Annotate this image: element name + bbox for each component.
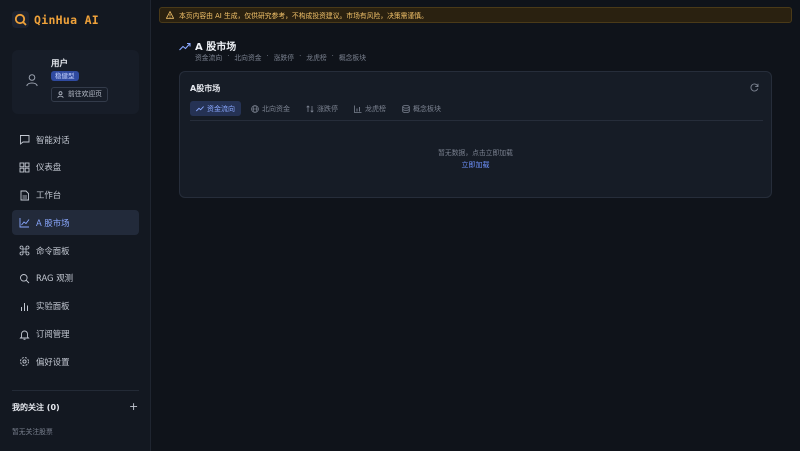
- breadcrumb-item[interactable]: 北向资金: [234, 52, 261, 62]
- app-title: QinHua AI: [34, 12, 100, 27]
- tab-label: 资金流向: [207, 104, 235, 113]
- chat-icon: [20, 135, 30, 145]
- breadcrumb-separator: ·: [266, 52, 269, 60]
- page-header: A 股市场: [179, 38, 236, 53]
- sidebar: QinHua AI 用户 稳健型 前往欢迎页 智能对话 仪表盘 工作台 A 股市…: [0, 0, 151, 451]
- bar-chart-icon: [21, 302, 28, 311]
- trend-icon: [196, 106, 204, 112]
- watchlist-empty: 暂无关注股票: [12, 428, 53, 436]
- warning-icon: [166, 11, 174, 19]
- user-icon: [57, 91, 64, 98]
- nav-item-label: 仪表盘: [36, 162, 62, 173]
- layers-icon: [402, 104, 410, 113]
- user-card: 用户 稳健型 前往欢迎页: [12, 50, 139, 114]
- go-welcome-button[interactable]: 前往欢迎页: [51, 87, 108, 102]
- globe-icon: [251, 104, 259, 113]
- nav-item-workbench[interactable]: 工作台: [12, 183, 139, 208]
- nav-item-label: 命令面板: [36, 245, 70, 256]
- trend-up-icon: [179, 42, 191, 50]
- breadcrumb-item[interactable]: 资金流向: [195, 52, 222, 62]
- nav-item-subscriptions[interactable]: 订阅管理: [12, 322, 139, 347]
- nav-item-dashboard[interactable]: 仪表盘: [12, 155, 139, 180]
- nav-item-label: RAG 观测: [36, 273, 73, 284]
- nav-item-chat[interactable]: 智能对话: [12, 127, 139, 152]
- document-icon: [20, 190, 29, 201]
- breadcrumb-separator: ·: [299, 52, 302, 60]
- nav-item-label: A 股市场: [36, 217, 70, 228]
- market-card: A股市场 资金流向 北向资金 涨跌停 龙虎榜 概念板块 暂无数据，点击立即加载 …: [179, 71, 772, 198]
- nav-item-label: 智能对话: [36, 134, 70, 145]
- nav-item-experiments[interactable]: 实验面板: [12, 294, 139, 319]
- load-now-link[interactable]: 立即加载: [180, 160, 771, 170]
- nav-item-label: 订阅管理: [36, 329, 70, 340]
- tab-limit-up-down[interactable]: 涨跌停: [300, 101, 344, 116]
- chart-line-icon: [19, 218, 30, 228]
- breadcrumb-item[interactable]: 龙虎榜: [306, 52, 326, 62]
- nav-item-rag-observe[interactable]: RAG 观测: [12, 266, 139, 291]
- bar-chart-icon: [354, 105, 362, 113]
- risk-badge: 稳健型: [51, 71, 79, 81]
- tab-concept-sectors[interactable]: 概念板块: [396, 101, 447, 116]
- dashboard-icon: [19, 162, 30, 173]
- breadcrumb: 资金流向 · 北向资金 · 涨跌停 · 龙虎榜 · 概念板块: [195, 52, 371, 62]
- sidebar-divider: [12, 390, 139, 391]
- tab-label: 北向资金: [262, 104, 290, 113]
- nav-item-label: 偏好设置: [36, 356, 70, 367]
- brand[interactable]: QinHua AI: [12, 11, 99, 28]
- updown-icon: [306, 104, 314, 113]
- breadcrumb-item[interactable]: 概念板块: [339, 52, 366, 62]
- go-welcome-label: 前往欢迎页: [68, 90, 102, 98]
- nav-item-command-palette[interactable]: 命令面板: [12, 238, 139, 263]
- nav-item-a-share-market[interactable]: A 股市场: [12, 210, 139, 236]
- gear-icon: [20, 357, 29, 367]
- breadcrumb-item[interactable]: 涨跌停: [274, 52, 294, 62]
- tab-label: 涨跌停: [317, 104, 338, 113]
- command-icon: [19, 245, 30, 256]
- nav-item-label: 实验面板: [36, 301, 70, 312]
- tab-label: 概念板块: [413, 104, 441, 113]
- sidebar-nav: 智能对话 仪表盘 工作台 A 股市场 命令面板 RAG 观测 实验面板 订阅管理…: [12, 127, 139, 377]
- bell-icon: [19, 330, 30, 340]
- search-icon: [20, 274, 30, 284]
- disclaimer-banner: 本页内容由 AI 生成，仅供研究参考，不构成投资建议。市场有风险，决策需谨慎。: [159, 7, 792, 23]
- logo-icon: [12, 11, 29, 28]
- empty-state-text: 暂无数据，点击立即加载: [438, 149, 513, 157]
- nav-item-label: 工作台: [36, 190, 62, 201]
- tab-dragon-tiger[interactable]: 龙虎榜: [348, 101, 392, 116]
- market-tabs: 资金流向 北向资金 涨跌停 龙虎榜 概念板块: [190, 101, 763, 121]
- refresh-icon[interactable]: [750, 83, 759, 92]
- add-watch-button[interactable]: +: [129, 400, 138, 413]
- user-name: 用户: [51, 59, 69, 69]
- breadcrumb-separator: ·: [331, 52, 334, 60]
- disclaimer-text: 本页内容由 AI 生成，仅供研究参考，不构成投资建议。市场有风险，决策需谨慎。: [179, 12, 428, 20]
- tab-label: 龙虎榜: [365, 104, 386, 113]
- user-avatar-icon: [26, 74, 38, 87]
- card-title: A股市场: [190, 84, 221, 93]
- tab-fund-flow[interactable]: 资金流向: [190, 101, 241, 116]
- nav-item-preferences[interactable]: 偏好设置: [12, 349, 139, 374]
- breadcrumb-separator: ·: [227, 52, 230, 60]
- page-title: A 股市场: [195, 42, 237, 53]
- watchlist-title: 我的关注 (0): [12, 403, 60, 412]
- tab-northbound[interactable]: 北向资金: [245, 101, 296, 116]
